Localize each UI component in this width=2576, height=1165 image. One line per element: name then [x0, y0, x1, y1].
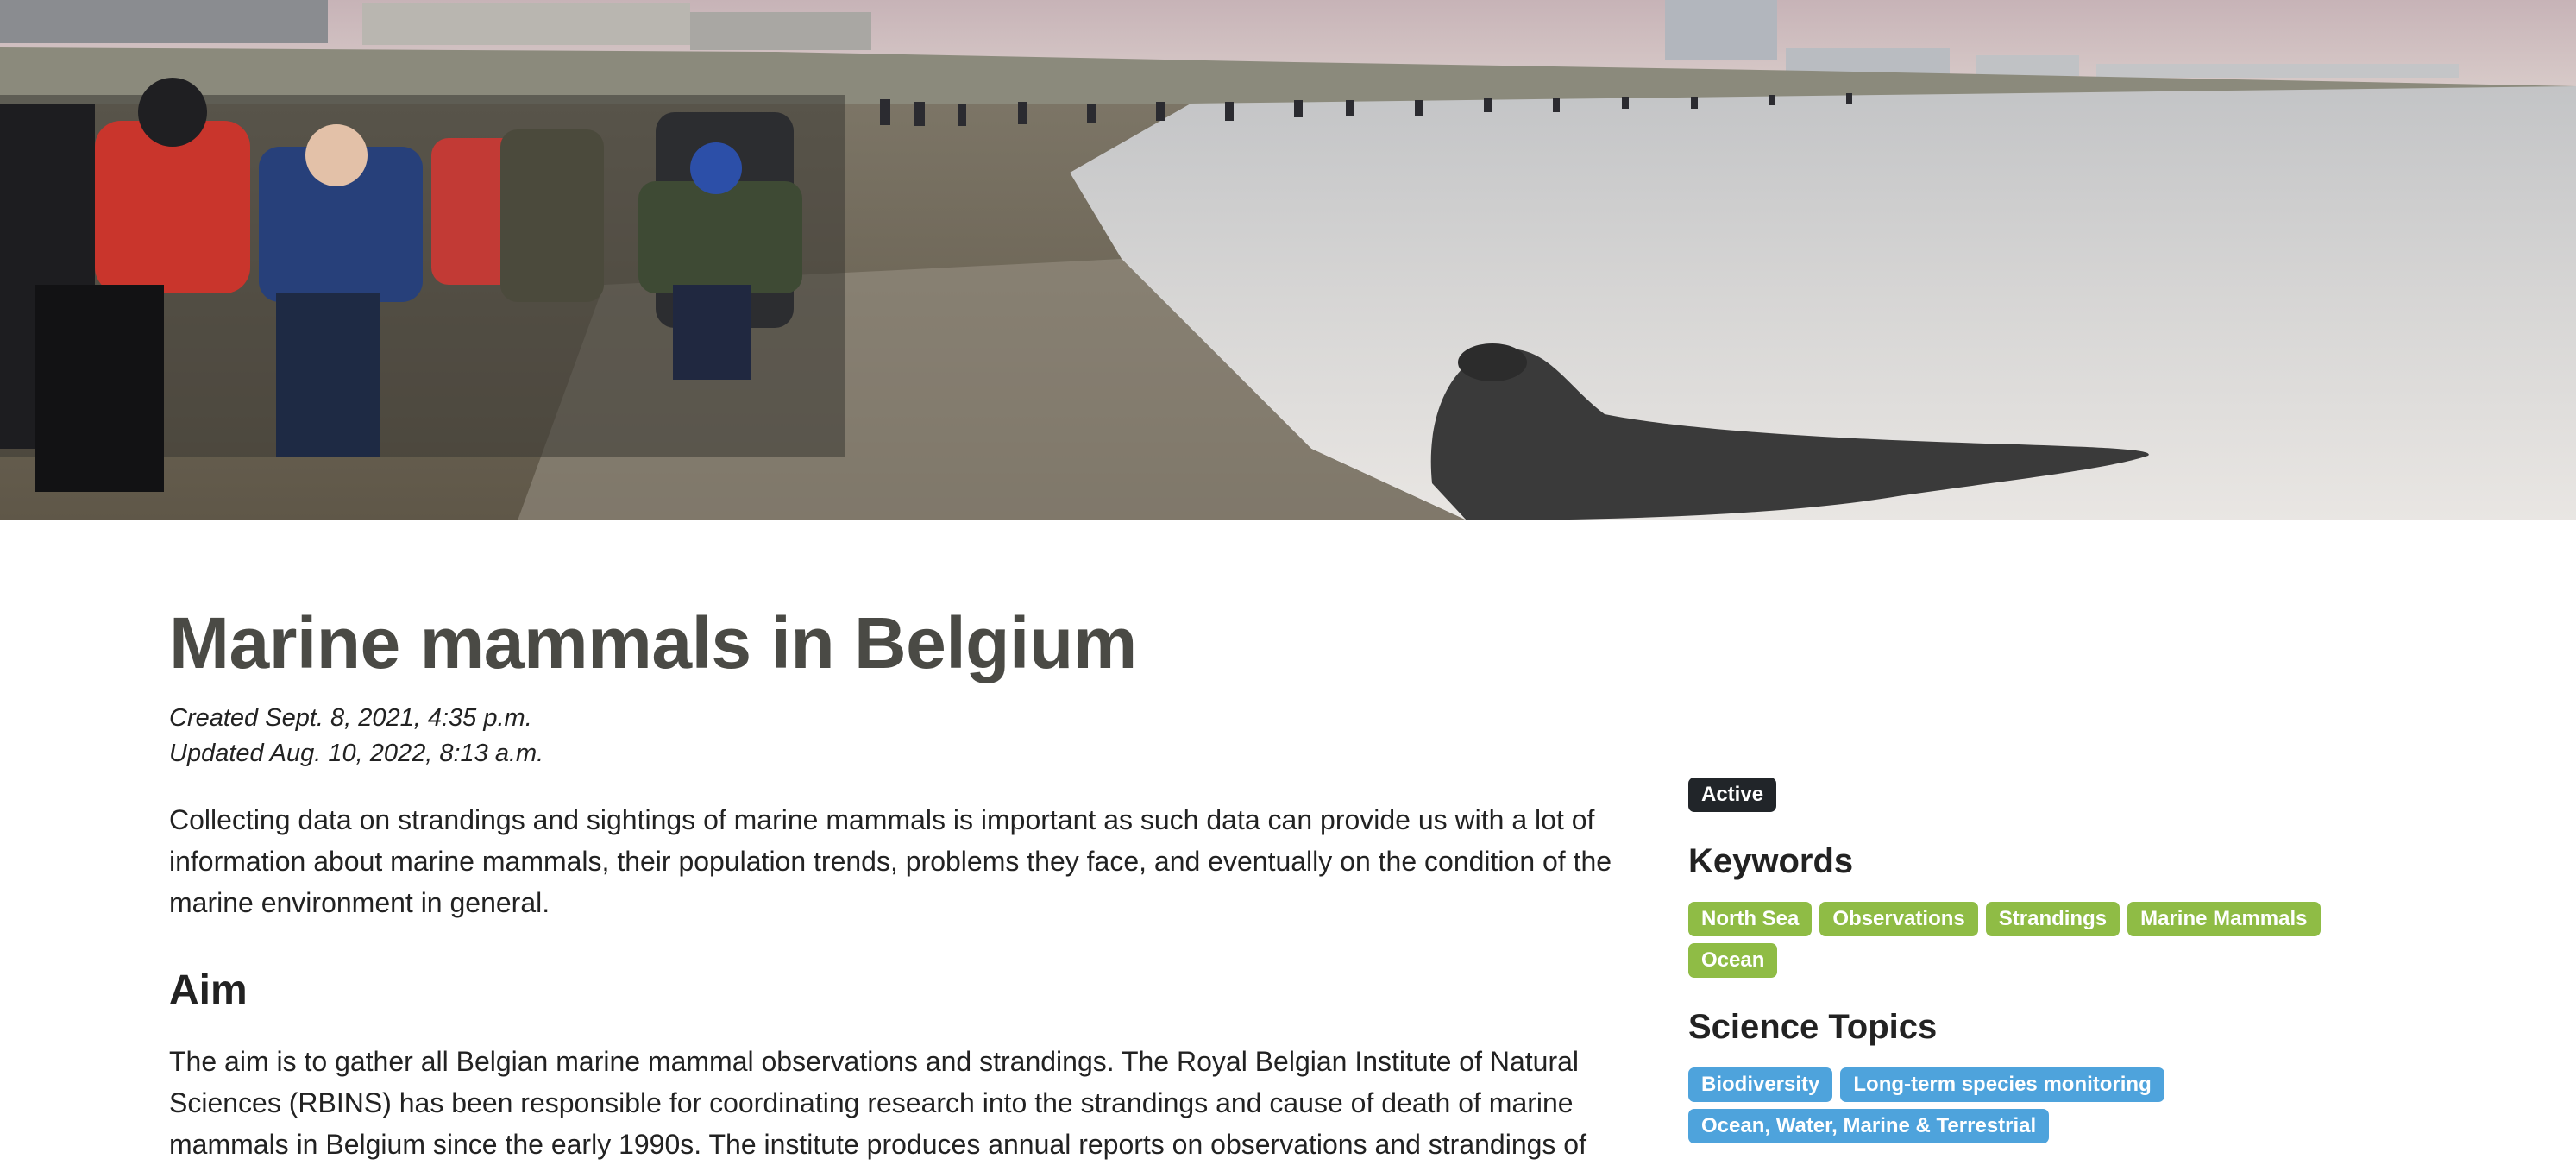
- updated-date: Updated Aug. 10, 2022, 8:13 a.m.: [169, 740, 544, 767]
- status-badge: Active: [1688, 778, 1777, 812]
- aim-heading: Aim: [169, 967, 248, 1013]
- hero-image: [0, 0, 2576, 520]
- page-title: Marine mammals in Belgium: [169, 602, 1137, 683]
- topic-tag-ocean-water-marine-terrestrial[interactable]: Ocean, Water, Marine & Terrestrial: [1688, 1109, 2050, 1143]
- intro-paragraph: Collecting data on strandings and sighti…: [169, 804, 1612, 918]
- keyword-tag-strandings[interactable]: Strandings: [1985, 902, 2120, 936]
- keyword-tag-list: North Sea Observations Strandings Marine…: [1688, 902, 2396, 978]
- created-date: Created Sept. 8, 2021, 4:35 p.m.: [169, 704, 532, 732]
- topic-tag-long-term-species-monitoring[interactable]: Long-term species monitoring: [1840, 1067, 2164, 1102]
- keyword-tag-north-sea[interactable]: North Sea: [1688, 902, 1813, 936]
- keyword-tag-ocean[interactable]: Ocean: [1688, 943, 1778, 978]
- science-topic-tag-list: Biodiversity Long-term species monitorin…: [1688, 1067, 2396, 1143]
- keywords-heading: Keywords: [1688, 842, 1854, 880]
- keyword-tag-observations[interactable]: Observations: [1819, 902, 1978, 936]
- keyword-tag-marine-mammals[interactable]: Marine Mammals: [2127, 902, 2321, 936]
- aim-paragraph: The aim is to gather all Belgian marine …: [169, 1046, 1586, 1160]
- topic-tag-biodiversity[interactable]: Biodiversity: [1688, 1067, 1833, 1102]
- science-topics-heading: Science Topics: [1688, 1008, 1938, 1046]
